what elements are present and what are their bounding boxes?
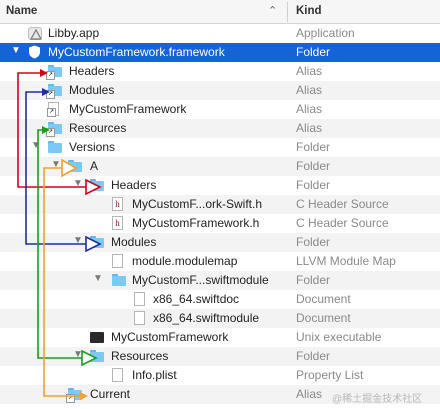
file-list: Libby.app Application ▼ MyCustomFramework.f… bbox=[0, 24, 440, 404]
column-divider[interactable] bbox=[287, 2, 288, 22]
file-name: Headers bbox=[69, 64, 115, 78]
column-header: Name ⌃ Kind bbox=[0, 0, 440, 24]
file-row[interactable]: ↗ Resources Alias bbox=[0, 119, 440, 138]
file-name: module.modulemap bbox=[132, 254, 238, 268]
file-row[interactable]: x86_64.swiftmodule Document bbox=[0, 309, 440, 328]
disclosure-triangle-icon[interactable]: ▼ bbox=[10, 45, 22, 56]
file-row[interactable]: h MyCustomFramework.h C Header Source bbox=[0, 214, 440, 233]
file-name: MyCustomFramework bbox=[69, 102, 187, 116]
file-row[interactable]: ↗ Modules Alias bbox=[0, 81, 440, 100]
disclosure-triangle-icon[interactable]: ▼ bbox=[72, 235, 84, 246]
file-name: Modules bbox=[69, 83, 115, 97]
file-kind: Alias bbox=[296, 83, 323, 97]
file-kind: Folder bbox=[296, 45, 331, 59]
watermark: @稀土掘金技术社区 bbox=[332, 394, 423, 405]
file-row[interactable]: MyCustomFramework Unix executable bbox=[0, 328, 440, 347]
folder-icon bbox=[90, 179, 104, 192]
file-name: A bbox=[90, 159, 99, 173]
folder-alias-icon: ↗ bbox=[66, 388, 82, 403]
disclosure-triangle-icon[interactable]: ▼ bbox=[92, 273, 104, 284]
file-name: Current bbox=[90, 387, 131, 401]
chevron-up-icon[interactable]: ⌃ bbox=[268, 4, 277, 17]
framework-shield-icon bbox=[28, 45, 41, 59]
file-kind: Folder bbox=[296, 159, 331, 173]
file-name: x86_64.swiftdoc bbox=[153, 292, 240, 306]
disclosure-triangle-icon[interactable]: ▼ bbox=[72, 178, 84, 189]
header-file-icon: h bbox=[112, 216, 123, 230]
file-name: MyCustomF...ork-Swift.h bbox=[132, 197, 263, 211]
folder-icon bbox=[90, 236, 104, 249]
folder-icon bbox=[68, 160, 82, 173]
file-row[interactable]: ▼ Resources Folder bbox=[0, 347, 440, 366]
file-row[interactable]: ▼ MyCustomF...swiftmodule Folder bbox=[0, 271, 440, 290]
disclosure-triangle-icon[interactable]: ▼ bbox=[72, 349, 84, 360]
file-kind: Alias bbox=[296, 121, 323, 135]
file-name: MyCustomFramework.framework bbox=[48, 45, 225, 59]
file-kind: Alias bbox=[296, 102, 323, 116]
file-name: MyCustomFramework bbox=[111, 330, 229, 344]
folder-alias-icon: ↗ bbox=[46, 65, 62, 80]
file-name: x86_64.swiftmodule bbox=[153, 311, 260, 325]
disclosure-triangle-icon[interactable]: ▼ bbox=[50, 159, 62, 170]
file-row[interactable]: ▼ Versions Folder bbox=[0, 138, 440, 157]
file-name: MyCustomFramework.h bbox=[132, 216, 260, 230]
file-kind: Folder bbox=[296, 349, 331, 363]
file-kind: Folder bbox=[296, 178, 331, 192]
file-name: Info.plist bbox=[132, 368, 177, 382]
folder-icon bbox=[90, 350, 104, 363]
file-kind: Document bbox=[296, 292, 351, 306]
name-column-header[interactable]: Name bbox=[6, 5, 37, 17]
file-row[interactable]: ▼ MyCustomFramework.framework Folder bbox=[0, 43, 440, 62]
file-row[interactable]: ↗ MyCustomFramework Alias bbox=[0, 100, 440, 119]
app-icon bbox=[28, 27, 43, 40]
file-name: Headers bbox=[111, 178, 157, 192]
file-kind: Alias bbox=[296, 64, 323, 78]
file-row[interactable]: ↗ Headers Alias bbox=[0, 62, 440, 81]
document-icon bbox=[112, 254, 123, 268]
file-name: Libby.app bbox=[48, 26, 100, 40]
folder-icon bbox=[48, 141, 62, 154]
file-alias-icon: ↗ bbox=[47, 102, 59, 117]
file-kind: Document bbox=[296, 311, 351, 325]
file-kind: Folder bbox=[296, 140, 331, 154]
document-icon bbox=[134, 311, 145, 325]
file-name: Modules bbox=[111, 235, 157, 249]
file-row[interactable]: module.modulemap LLVM Module Map bbox=[0, 252, 440, 271]
file-kind: Alias bbox=[296, 387, 323, 401]
plist-icon bbox=[112, 368, 123, 382]
document-icon bbox=[134, 292, 145, 306]
file-row[interactable]: h MyCustomF...ork-Swift.h C Header Source bbox=[0, 195, 440, 214]
header-file-icon: h bbox=[112, 197, 123, 211]
file-kind: Folder bbox=[296, 235, 331, 249]
file-row[interactable]: ▼ Modules Folder bbox=[0, 233, 440, 252]
file-row[interactable]: ▼ A Folder bbox=[0, 157, 440, 176]
file-row[interactable]: Info.plist Property List bbox=[0, 366, 440, 385]
file-kind: LLVM Module Map bbox=[296, 254, 396, 268]
file-kind: Folder bbox=[296, 273, 331, 287]
file-name: Versions bbox=[69, 140, 116, 154]
file-row[interactable]: x86_64.swiftdoc Document bbox=[0, 290, 440, 309]
file-name: Resources bbox=[69, 121, 127, 135]
executable-icon bbox=[90, 332, 104, 343]
file-kind: Unix executable bbox=[296, 330, 382, 344]
disclosure-triangle-icon[interactable]: ▼ bbox=[30, 140, 42, 151]
folder-icon bbox=[112, 274, 126, 287]
file-kind: C Header Source bbox=[296, 197, 389, 211]
kind-column-header[interactable]: Kind bbox=[296, 5, 322, 17]
file-kind: Application bbox=[296, 26, 355, 40]
file-kind: C Header Source bbox=[296, 216, 389, 230]
file-row[interactable]: ▼ Headers Folder bbox=[0, 176, 440, 195]
file-name: Resources bbox=[111, 349, 169, 363]
folder-alias-icon: ↗ bbox=[46, 84, 62, 99]
file-row[interactable]: Libby.app Application bbox=[0, 24, 440, 43]
file-name: MyCustomF...swiftmodule bbox=[132, 273, 269, 287]
folder-alias-icon: ↗ bbox=[46, 122, 62, 137]
file-kind: Property List bbox=[296, 368, 364, 382]
